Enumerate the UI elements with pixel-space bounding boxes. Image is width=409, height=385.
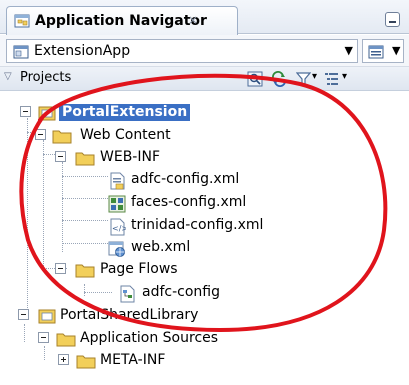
tree-label-page-flows: Page Flows [100, 261, 178, 277]
tree-node-portal-shared-library[interactable]: PortalSharedLibrary [0, 305, 260, 327]
application-dropdown[interactable]: ExtensionApp ▼ [6, 39, 358, 63]
filter-dropdown-arrow-icon[interactable]: ▾ [312, 71, 317, 82]
tree-node-web-inf[interactable]: WEB-INF [0, 147, 200, 169]
tree-label-portal-extension: PortalExtension [59, 104, 191, 121]
expand-icon[interactable] [58, 354, 69, 365]
tree-label-web-xml: web.xml [131, 239, 191, 255]
collapse-icon[interactable] [38, 332, 49, 343]
minimize-icon[interactable] [385, 12, 400, 27]
application-menu-icon [368, 45, 384, 63]
sort-icon[interactable] [324, 71, 340, 87]
project-tree: PortalExtension Web Content WEB-INF adfc… [0, 92, 409, 385]
folder-icon [52, 128, 72, 148]
collapse-triangle-icon[interactable]: ▽ [4, 71, 12, 82]
tree-label-trinidad-config-xml: trinidad-config.xml [131, 217, 264, 233]
projects-header[interactable]: ▽ Projects ▾ ▾ [0, 67, 409, 91]
tree-label-web-inf: WEB-INF [100, 149, 160, 165]
folder-icon [75, 150, 95, 170]
xml-file-icon [108, 172, 126, 194]
svg-text:</>: </> [112, 224, 126, 233]
projects-label: Projects [20, 70, 72, 85]
folder-icon [75, 262, 95, 282]
collapse-icon[interactable] [55, 263, 66, 274]
dropdown-arrow-icon: ▼ [392, 44, 401, 57]
sync-icon[interactable] [270, 71, 288, 87]
tree-node-adfc-config-xml[interactable]: adfc-config.xml [0, 169, 260, 191]
tree-node-portal-extension[interactable]: PortalExtension [0, 102, 200, 124]
application-navigator-panel: Application Navigator × ExtensionApp ▼ ▼… [0, 0, 409, 385]
tree-label-web-content: Web Content [80, 127, 171, 143]
filter-icon[interactable] [295, 71, 312, 87]
application-menu-button[interactable]: ▼ [362, 39, 404, 63]
sort-dropdown-arrow-icon[interactable]: ▾ [342, 71, 347, 82]
tree-label-application-sources: Application Sources [80, 330, 219, 346]
application-navigator-tab[interactable]: Application Navigator × [6, 6, 238, 35]
tree-label-meta-inf: META-INF [100, 352, 166, 368]
tree-node-adfc-config[interactable]: adfc-config [0, 282, 220, 304]
tree-label-adfc-config: adfc-config [142, 284, 220, 300]
tree-node-web-content[interactable]: Web Content [0, 125, 200, 147]
application-selected-value: ExtensionApp [34, 43, 131, 59]
close-icon[interactable]: × [188, 13, 198, 27]
tree-node-page-flows[interactable]: Page Flows [0, 259, 200, 281]
faces-config-icon [108, 195, 126, 217]
tree-node-faces-config-xml[interactable]: faces-config.xml [0, 192, 260, 214]
tree-label-portal-shared-library: PortalSharedLibrary [60, 307, 199, 323]
tree-node-meta-inf[interactable]: META-INF [0, 350, 200, 372]
panel-title: Application Navigator [35, 13, 207, 29]
tree-label-faces-config-xml: faces-config.xml [131, 194, 247, 210]
tree-label-adfc-config-xml: adfc-config.xml [131, 171, 240, 187]
title-bar: Application Navigator × [0, 0, 409, 35]
application-selector-row: ExtensionApp ▼ ▼ [0, 35, 409, 67]
task-flow-icon [118, 285, 136, 307]
project-icon [38, 308, 56, 328]
project-icon [38, 105, 56, 125]
folder-icon [56, 331, 76, 351]
collapse-icon[interactable] [18, 309, 29, 320]
refresh-icon[interactable] [247, 71, 263, 87]
collapse-icon[interactable] [35, 129, 46, 140]
tree-node-trinidad-config-xml[interactable]: </> trinidad-config.xml [0, 215, 300, 237]
application-icon [13, 45, 29, 63]
dropdown-arrow-icon: ▼ [344, 44, 353, 57]
collapse-icon[interactable] [20, 106, 31, 117]
application-navigator-icon [14, 13, 31, 33]
collapse-icon[interactable] [55, 151, 66, 162]
tree-node-web-xml[interactable]: web.xml [0, 237, 200, 259]
tree-node-application-sources[interactable]: Application Sources [0, 328, 260, 350]
folder-icon [76, 353, 96, 373]
